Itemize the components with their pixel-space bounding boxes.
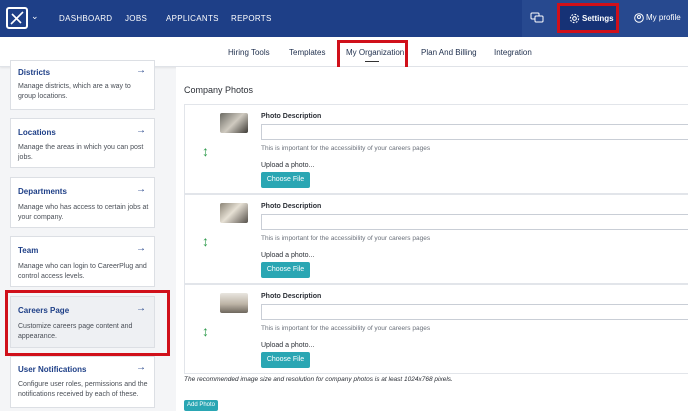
- active-tab-underline: [365, 61, 379, 62]
- upload-photo-label: Upload a photo...: [261, 252, 315, 259]
- nav-reports[interactable]: REPORTS: [231, 14, 272, 23]
- photo-description-label: Photo Description: [261, 293, 322, 300]
- logo-dropdown-chevron-icon[interactable]: ⌄: [31, 11, 39, 22]
- settings-label: Settings: [582, 14, 614, 23]
- settings-button[interactable]: Settings: [557, 3, 619, 33]
- tab-templates[interactable]: Templates: [289, 48, 325, 57]
- photo-description-input[interactable]: [261, 214, 688, 230]
- gear-icon: [569, 13, 580, 24]
- sidebar-card-districts[interactable]: Districts → Manage districts, which are …: [10, 60, 155, 110]
- arrow-right-icon: →: [136, 184, 146, 195]
- tab-integration[interactable]: Integration: [494, 48, 532, 57]
- upload-photo-label: Upload a photo...: [261, 342, 315, 349]
- photo-description-help: This is important for the accessibility …: [261, 325, 431, 332]
- photo-row: ↕ Photo Description This is important fo…: [184, 194, 688, 284]
- photo-thumbnail: [220, 293, 248, 313]
- tab-hiring-tools[interactable]: Hiring Tools: [228, 48, 270, 57]
- photo-description-label: Photo Description: [261, 203, 322, 210]
- nav-dashboard[interactable]: DASHBOARD: [59, 14, 112, 23]
- arrow-right-icon: →: [136, 125, 146, 136]
- upload-photo-label: Upload a photo...: [261, 162, 315, 169]
- card-description: Manage who can login to CareerPlug and c…: [18, 263, 147, 280]
- drag-handle-icon[interactable]: ↕: [202, 233, 209, 249]
- sidebar-card-user-notifications[interactable]: User Notifications → Configure user role…: [10, 356, 155, 408]
- tab-plan-and-billing[interactable]: Plan And Billing: [421, 48, 477, 57]
- add-photo-button[interactable]: Add Photo: [184, 400, 218, 411]
- photo-row: ↕ Photo Description This is important fo…: [184, 284, 688, 374]
- photo-description-input[interactable]: [261, 124, 688, 140]
- card-title: Districts: [18, 68, 51, 77]
- arrow-right-icon: →: [136, 362, 146, 373]
- photo-description-help: This is important for the accessibility …: [261, 235, 431, 242]
- drag-handle-icon[interactable]: ↕: [202, 143, 209, 159]
- messages-icon[interactable]: [530, 11, 544, 25]
- nav-applicants[interactable]: APPLICANTS: [166, 14, 219, 23]
- active-tab-highlight: [337, 40, 408, 70]
- card-title: Departments: [18, 187, 67, 196]
- drag-handle-icon[interactable]: ↕: [202, 323, 209, 339]
- choose-file-button[interactable]: Choose File: [261, 172, 310, 188]
- photo-description-help: This is important for the accessibility …: [261, 145, 431, 152]
- choose-file-button[interactable]: Choose File: [261, 262, 310, 278]
- card-description: Manage the areas in which you can post j…: [18, 144, 144, 161]
- card-title: Team: [18, 246, 39, 255]
- card-description: Manage who has access to certain jobs at…: [18, 204, 149, 221]
- arrow-right-icon: →: [136, 243, 146, 254]
- careerplug-logo[interactable]: [6, 7, 28, 29]
- sidebar-card-team[interactable]: Team → Manage who can login to CareerPlu…: [10, 236, 155, 287]
- photo-description-input[interactable]: [261, 304, 688, 320]
- choose-file-button[interactable]: Choose File: [261, 352, 310, 368]
- card-description: Configure user roles, permissions and th…: [18, 381, 148, 398]
- photo-thumbnail: [220, 203, 248, 223]
- card-title: User Notifications: [18, 365, 87, 374]
- user-circle-icon[interactable]: [634, 13, 644, 23]
- card-title: Locations: [18, 128, 56, 137]
- photo-description-label: Photo Description: [261, 113, 322, 120]
- nav-jobs[interactable]: JOBS: [125, 14, 147, 23]
- section-title: Company Photos: [184, 85, 254, 95]
- image-size-footnote: The recommended image size and resolutio…: [184, 376, 453, 383]
- card-description: Manage districts, which are a way to gro…: [18, 83, 131, 100]
- sidebar-card-departments[interactable]: Departments → Manage who has access to c…: [10, 177, 155, 228]
- photo-row: ↕ Photo Description This is important fo…: [184, 104, 688, 194]
- photo-thumbnail: [220, 113, 248, 133]
- arrow-right-icon: →: [136, 65, 146, 76]
- careers-page-highlight: [5, 290, 170, 356]
- my-profile-link[interactable]: My profile: [646, 13, 681, 22]
- sidebar-card-locations[interactable]: Locations → Manage the areas in which yo…: [10, 118, 155, 168]
